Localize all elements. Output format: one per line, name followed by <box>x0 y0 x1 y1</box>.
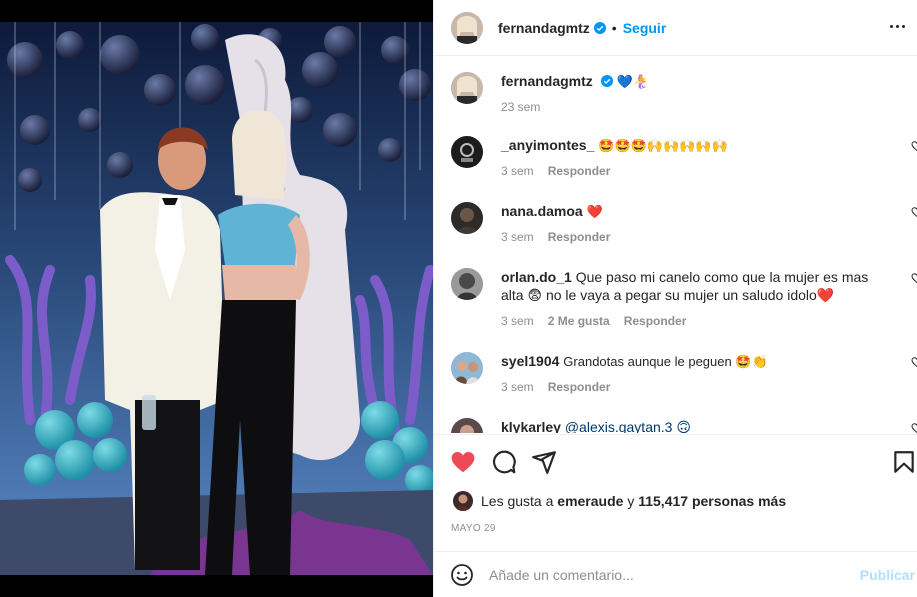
verified-badge-icon <box>600 75 613 87</box>
comment-icon[interactable] <box>491 449 517 475</box>
comment-composer: Publicar <box>434 551 917 597</box>
share-icon[interactable] <box>531 449 557 475</box>
reply-button[interactable]: Responder <box>624 314 687 328</box>
likes-summary: Les gusta a emeraude y 115,417 personas … <box>453 491 786 511</box>
likes-count-link[interactable]: 115,417 personas más <box>638 493 786 509</box>
reply-button[interactable]: Responder <box>548 380 611 394</box>
comment-username[interactable]: nana.damoa <box>501 203 583 219</box>
heart-outline-icon[interactable] <box>911 272 917 284</box>
post-header: fernandagmtz • Seguir <box>434 0 917 56</box>
commenter-avatar[interactable] <box>451 352 483 384</box>
comment-username[interactable]: _anyimontes_ <box>501 137 594 153</box>
more-options-icon[interactable] <box>885 14 909 38</box>
comment-text: 🤩🤩🤩🙌🙌🙌🙌🙌 <box>598 138 728 153</box>
author-avatar[interactable] <box>451 72 483 104</box>
caption-text: 💙🧜‍♀️ <box>616 74 649 89</box>
heart-filled-icon[interactable] <box>450 449 476 475</box>
comment-username[interactable]: syel1904 <box>501 353 559 369</box>
comment-username[interactable]: klykarley <box>501 419 561 433</box>
commenter-avatar[interactable] <box>451 136 483 168</box>
post-actions: Les gusta a emeraude y 115,417 personas … <box>434 434 917 550</box>
comment-time[interactable]: 3 sem <box>501 380 534 394</box>
post-image <box>0 0 433 597</box>
comment-input[interactable] <box>489 566 849 583</box>
author-avatar[interactable] <box>451 11 483 44</box>
verified-badge-icon <box>593 21 606 34</box>
caption-time[interactable]: 23 sem <box>501 100 540 114</box>
likes-prefix: Les gusta a <box>481 493 554 509</box>
comments-list[interactable]: fernandagmtz 💙🧜‍♀️ 23 sem _anyimontes_ 🤩… <box>434 57 917 433</box>
comment-username[interactable]: orlan.do_1 <box>501 269 572 285</box>
commenter-avatar[interactable] <box>451 202 483 234</box>
liker-avatar[interactable] <box>453 491 473 511</box>
likes-conjunction: y <box>627 493 635 509</box>
separator-dot: • <box>611 19 617 36</box>
heart-outline-icon[interactable] <box>911 140 917 152</box>
heart-outline-icon[interactable] <box>911 206 917 218</box>
comment-text: Grandotas aunque le peguen 🤩👏 <box>563 354 768 369</box>
comment-time[interactable]: 3 sem <box>501 314 534 328</box>
post-side-panel: fernandagmtz • Seguir fernandagmtz 💙🧜‍♀️… <box>433 0 917 597</box>
comment-time[interactable]: 3 sem <box>501 230 534 244</box>
author-username[interactable]: fernandagmtz <box>498 20 590 36</box>
reply-button[interactable]: Responder <box>548 164 611 178</box>
comment-likes-count[interactable]: 2 Me gusta <box>548 314 610 328</box>
post-date[interactable]: MAYO 29 <box>451 523 496 534</box>
bookmark-icon[interactable] <box>891 449 917 475</box>
comment-text: ❤️ <box>586 204 603 219</box>
reply-button[interactable]: Responder <box>548 230 611 244</box>
first-liker-username[interactable]: emeraude <box>557 493 623 509</box>
follow-button[interactable]: Seguir <box>623 20 667 36</box>
heart-outline-icon[interactable] <box>911 356 917 368</box>
post-comment-button[interactable]: Publicar <box>860 567 915 583</box>
comment-text[interactable]: @alexis.gaytan.3 🙃 <box>565 419 691 433</box>
commenter-avatar[interactable] <box>451 418 483 433</box>
commenter-avatar[interactable] <box>451 268 483 300</box>
comment-time[interactable]: 3 sem <box>501 164 534 178</box>
heart-outline-icon[interactable] <box>911 422 917 433</box>
caption-username[interactable]: fernandagmtz <box>501 73 593 89</box>
post-photo[interactable] <box>0 0 433 597</box>
emoji-icon[interactable] <box>450 563 474 587</box>
